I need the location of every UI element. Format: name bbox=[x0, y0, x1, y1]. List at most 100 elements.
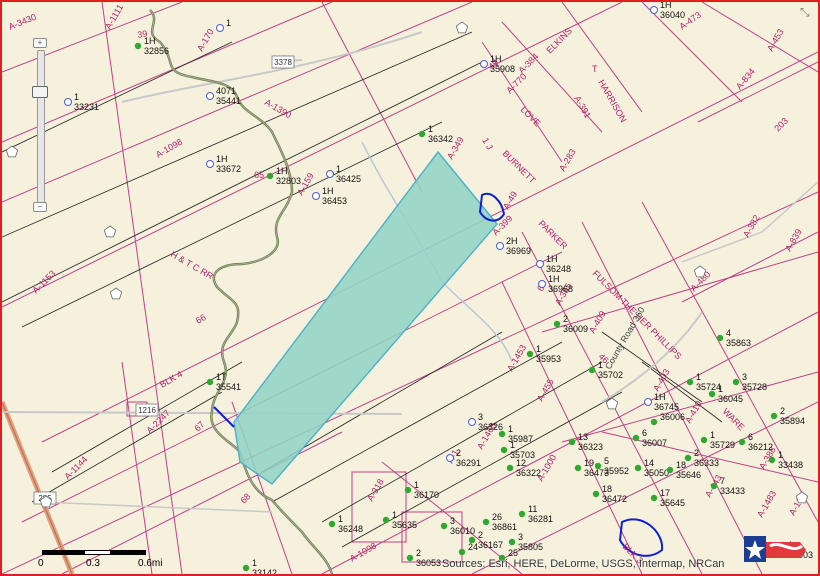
survey-label: A-453 bbox=[765, 27, 786, 53]
well-label: 5 bbox=[604, 456, 609, 466]
well-dot[interactable]: 1T35541 bbox=[206, 372, 241, 392]
parcel-polygon[interactable] bbox=[233, 150, 498, 485]
scale-bar-seg-2 bbox=[84, 550, 112, 555]
well-label: 3 bbox=[450, 516, 455, 526]
well-dot[interactable]: 136170 bbox=[404, 480, 439, 500]
well-dot[interactable]: 136342 bbox=[418, 124, 453, 144]
well-label: 1 bbox=[598, 360, 603, 370]
well-label: 1 bbox=[510, 440, 515, 450]
well-dot[interactable]: 136248 bbox=[328, 514, 363, 534]
well-dot[interactable]: 335728 bbox=[732, 372, 767, 392]
well-dot[interactable]: 636212 bbox=[738, 432, 773, 452]
zoom-track[interactable] bbox=[37, 50, 45, 204]
well-label: 36009 bbox=[563, 324, 588, 334]
survey-label: 68 bbox=[238, 491, 252, 505]
well-dot[interactable]: 36006 bbox=[650, 412, 685, 426]
zoom-out-button[interactable]: − bbox=[33, 202, 47, 212]
river bbox=[149, 9, 334, 574]
well-label: 36968 bbox=[548, 284, 573, 294]
well-dot[interactable]: 435863 bbox=[716, 328, 751, 348]
well-label: 36745 bbox=[654, 402, 679, 412]
well-label: 1 bbox=[338, 514, 343, 524]
well-label: 36291 bbox=[456, 458, 481, 468]
well-circle[interactable]: 1H36248 bbox=[536, 254, 572, 274]
well-dot[interactable]: 135635 bbox=[382, 510, 417, 530]
well-label: 33231 bbox=[74, 102, 99, 112]
survey-label: ELKINS bbox=[544, 26, 574, 56]
well-label: 19 bbox=[584, 458, 594, 468]
zoom-slider[interactable]: + − bbox=[32, 38, 48, 214]
map-canvas[interactable]: A-3430A-111139A-1703378A-473A-453A-83420… bbox=[2, 2, 818, 574]
well-dot[interactable]: 1435050 bbox=[634, 458, 669, 478]
well-label: 35863 bbox=[726, 338, 751, 348]
well-label: 2 bbox=[478, 530, 483, 540]
well-circle[interactable]: 1H36745 bbox=[644, 392, 680, 412]
well-label: 14 bbox=[644, 458, 654, 468]
survey-label: A-1453 bbox=[505, 343, 528, 373]
well-circle[interactable]: 133231 bbox=[64, 92, 100, 112]
survey-label: A-3430 bbox=[7, 12, 38, 32]
well-label: 35646 bbox=[676, 470, 701, 480]
well-label: 1 bbox=[718, 384, 723, 394]
well-label: 6 bbox=[748, 432, 753, 442]
well-dot[interactable]: 1136281 bbox=[518, 504, 553, 524]
well-dot[interactable]: 336010 bbox=[440, 516, 475, 536]
well-dot[interactable]: 1735645 bbox=[650, 488, 685, 508]
well-dot[interactable]: 1336323 bbox=[568, 432, 603, 452]
well-label: 2 bbox=[416, 548, 421, 558]
well-label: 35441 bbox=[216, 96, 241, 106]
well-dot[interactable]: 133142 bbox=[242, 558, 277, 574]
texas-flag-logo bbox=[744, 536, 806, 562]
well-dot[interactable]: 236053 bbox=[406, 548, 441, 568]
well-label: 1H bbox=[660, 2, 672, 10]
survey-label: A-1483 bbox=[755, 489, 778, 519]
well-label: 36007 bbox=[642, 438, 667, 448]
well-circle[interactable]: 1H33672 bbox=[206, 154, 242, 174]
well-dot[interactable]: 636007 bbox=[632, 428, 667, 448]
well-circle[interactable]: 136425 bbox=[326, 164, 362, 184]
well-circle[interactable]: 1H36040 bbox=[650, 2, 686, 20]
well-dot[interactable]: 135953 bbox=[526, 344, 561, 364]
well-label: 35728 bbox=[742, 382, 767, 392]
well-label: 1H bbox=[322, 186, 334, 196]
well-dot[interactable]: 135729 bbox=[700, 430, 735, 450]
well-label: 1H bbox=[654, 392, 666, 402]
survey-label: HARRISON bbox=[596, 78, 628, 124]
well-label: 35805 bbox=[518, 542, 543, 552]
well-dot[interactable]: 135724 bbox=[686, 372, 721, 392]
well-label: 35050 bbox=[644, 468, 669, 478]
well-label: 1H bbox=[276, 166, 288, 176]
well-label: 36281 bbox=[528, 514, 553, 524]
well-label: 36170 bbox=[414, 490, 439, 500]
well-label: 1 bbox=[252, 558, 257, 568]
well-circle[interactable]: 407135441 bbox=[206, 86, 242, 106]
well-label: 1H bbox=[546, 254, 558, 264]
well-label: 26 bbox=[492, 512, 502, 522]
survey-label: A-49 bbox=[501, 190, 519, 211]
well-dot[interactable]: 135987 bbox=[498, 424, 533, 444]
well-circle[interactable]: 1 bbox=[216, 18, 232, 32]
well-label: 1H bbox=[144, 36, 156, 46]
well-circle[interactable]: 336326 bbox=[468, 412, 504, 432]
expand-icon[interactable]: ⤡ bbox=[800, 6, 812, 18]
well-label: 36010 bbox=[450, 526, 475, 536]
well-label: 36969 bbox=[506, 246, 531, 256]
well-dot[interactable]: 1836472 bbox=[592, 484, 627, 504]
well-label: 35645 bbox=[660, 498, 685, 508]
well-label: 1H bbox=[216, 154, 228, 164]
well-dot[interactable]: 2636861 bbox=[482, 512, 517, 532]
well-label: 2 bbox=[563, 314, 568, 324]
well-label: 1 bbox=[226, 18, 231, 28]
survey-label: A-318 bbox=[365, 477, 386, 503]
zoom-thumb[interactable] bbox=[32, 86, 48, 98]
well-label: 36006 bbox=[660, 412, 685, 422]
well-dot[interactable]: 236009 bbox=[553, 314, 588, 334]
well-circle[interactable]: 1H36453 bbox=[312, 186, 348, 206]
well-dot[interactable]: 236333 bbox=[684, 448, 719, 468]
well-label: 17 bbox=[660, 488, 670, 498]
well-label: 35729 bbox=[710, 440, 735, 450]
well-label: 18 bbox=[676, 460, 686, 470]
zoom-in-button[interactable]: + bbox=[33, 38, 47, 48]
pentagon-symbol bbox=[455, 21, 469, 34]
well-dot[interactable]: 1H32803 bbox=[266, 166, 301, 186]
